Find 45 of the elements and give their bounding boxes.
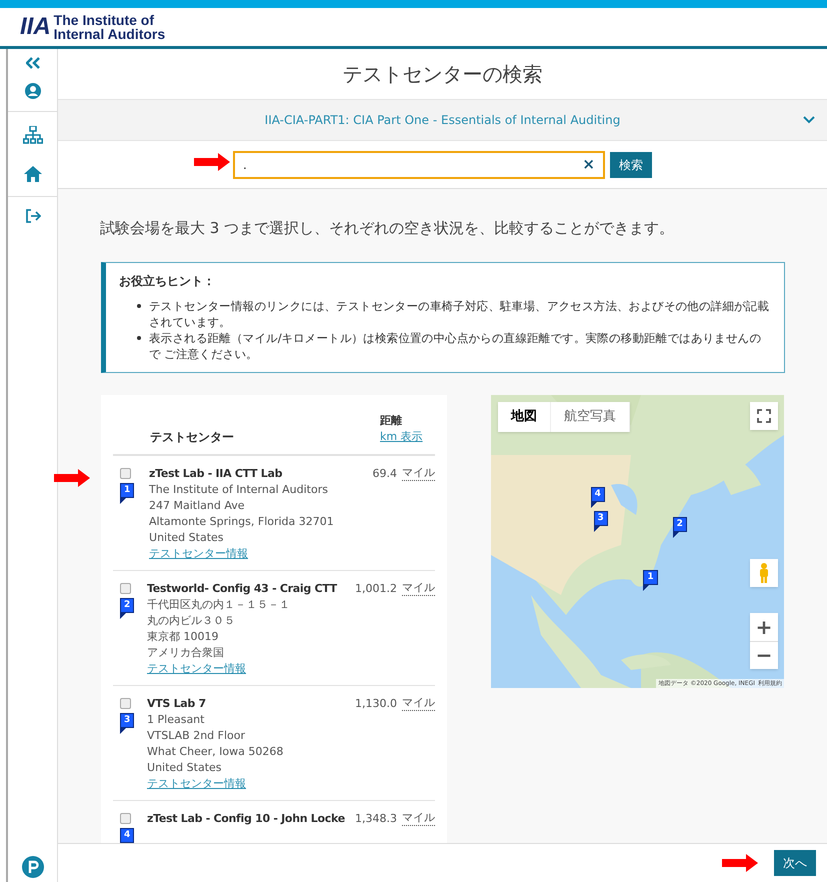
distance-unit: マイル (402, 810, 435, 826)
hint-title: お役立ちヒント： (119, 272, 216, 290)
map-type-tab[interactable]: 航空写真 (551, 402, 630, 432)
map-marker-icon: 4 (120, 828, 134, 843)
center-name: zTest Lab - IIA CTT Lab (149, 466, 284, 482)
map-type-tab[interactable]: 地図 (498, 402, 551, 432)
distance-unit: マイル (402, 580, 435, 596)
center-name: Testworld- Config 43 - Craig CTT (147, 580, 338, 596)
center-info-link[interactable]: テストセンター情報 (147, 776, 246, 792)
distance-value: 69.4 (372, 466, 397, 482)
next-button[interactable]: 次へ (774, 850, 816, 876)
page-title: テストセンターの検索 (342, 61, 542, 88)
zoom-out-button[interactable]: − (750, 640, 778, 668)
search-field[interactable]: . × (233, 150, 605, 178)
center-name: zTest Lab - Config 10 - John Locke (147, 810, 346, 826)
hint-text: 表示される距離（マイル/キロメートル）は検索位置の中心点からの直線距離です。実際の移動距離ではありませんので ご注意ください。 (149, 330, 762, 362)
address-line: 丸の内ビル３０５ (147, 612, 236, 628)
km-toggle-link[interactable]: km 表示 (380, 429, 423, 446)
center-info-link[interactable]: テストセンター情報 (149, 546, 248, 562)
address-line: United States (147, 760, 223, 776)
distance-value: 1,348.3 (355, 810, 397, 826)
distance-unit: マイル (402, 466, 435, 480)
column-header: 距離 (380, 412, 403, 428)
address-line: VTSLAB 2nd Floor (147, 728, 246, 744)
distance-unit: マイル (402, 696, 435, 710)
address-line: Altamonte Springs, Florida 32701 (149, 514, 335, 530)
distance-value: 1,130.0 (355, 696, 397, 712)
intro-text: 試験会場を最大 3 つまで選択し、それぞれの空き状況を、比較することができます。 (100, 218, 676, 239)
clear-button[interactable]: × (582, 157, 595, 172)
zoom-in-button[interactable]: + (750, 612, 778, 640)
address-line: 千代田区丸の内１－１５－１ (147, 596, 292, 612)
address-line: 247 Maitland Ave (149, 498, 246, 514)
address-line: The Institute of Internal Auditors (149, 482, 329, 498)
search-button[interactable]: 検索 (610, 152, 652, 178)
address-line: What Cheer, Iowa 50268 (147, 744, 284, 760)
center-info-link[interactable]: テストセンター情報 (147, 660, 246, 676)
distance-value: 1,001.2 (355, 580, 397, 596)
address-line: アメリカ合衆国 (147, 644, 226, 660)
hint-text: テストセンター情報のリンクには、テストセンターの車椅子対応、駐車場、アクセス方法、およびその他の詳細が記載されています。 (149, 298, 770, 330)
exam-bar[interactable]: IIA-CIA-PART1: CIA Part One - Essentials of Internal Auditing (58, 99, 827, 141)
address-line: 1 Pleasant (147, 712, 206, 728)
column-header: テストセンター (150, 428, 235, 446)
center-name: VTS Lab 7 (147, 696, 207, 712)
address-line: United States (149, 530, 225, 546)
address-line: 東京都 10019 (147, 628, 220, 644)
